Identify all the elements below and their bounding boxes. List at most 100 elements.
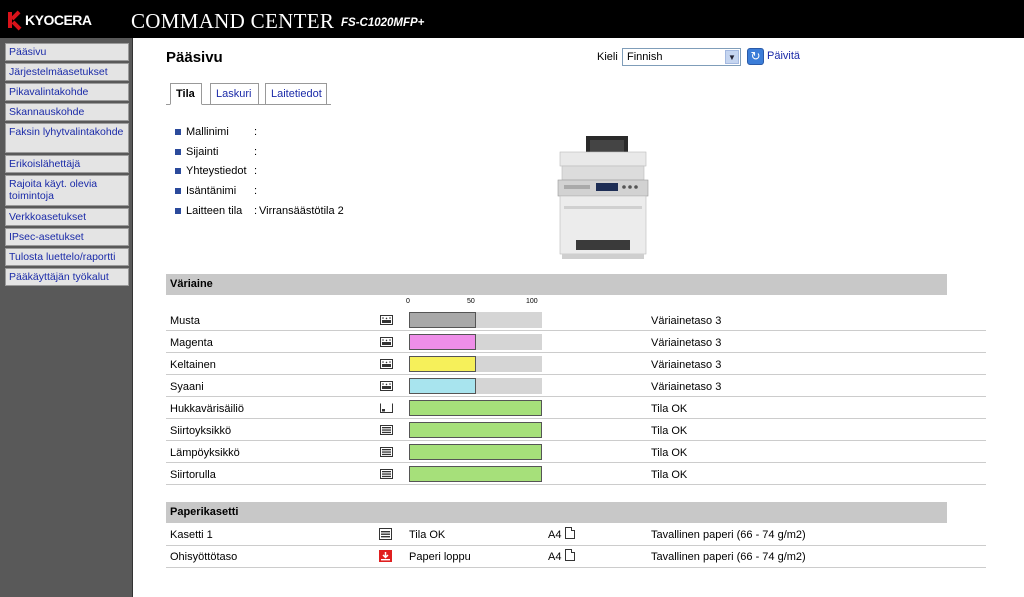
unit-icon <box>380 447 393 457</box>
info-row-sijainti: Sijainti : <box>175 146 435 160</box>
sidebar: Pääsivu Järjestelmäasetukset Pikavalinta… <box>0 38 133 597</box>
consumable-name: Hukkavärisäiliö <box>170 403 244 415</box>
refresh-icon[interactable]: ↻ <box>747 48 764 65</box>
brand-logo: KYOCERA <box>8 10 92 31</box>
sidebar-item-jarjestelmaasetukset[interactable]: Järjestelmäasetukset <box>5 63 129 81</box>
main-content: Pääsivu Kieli Finnish ▼ ↻ Päivitä Tila L… <box>134 38 1024 597</box>
chevron-down-icon[interactable]: ▼ <box>725 50 739 64</box>
tray-ok-icon <box>379 528 392 540</box>
info-separator: : <box>254 185 258 197</box>
tray-state: Paperi loppu <box>409 551 471 563</box>
sidebar-item-faksin-lyhytvalintakohde[interactable]: Faksin lyhytvalintakohde <box>5 123 129 153</box>
info-separator: : <box>254 126 258 138</box>
table-row: Keltainen Väriainetaso 3 <box>166 353 986 375</box>
info-label: Sijainti <box>186 146 219 158</box>
tab-laitetiedot[interactable]: Laitetiedot <box>265 83 327 105</box>
sidebar-item-rajoita-toimintoja[interactable]: Rajoita käyt. olevia toimintoja <box>5 175 129 206</box>
kyocera-logo-icon <box>8 10 22 31</box>
consumable-name: Siirtorulla <box>170 469 216 481</box>
sidebar-item-paasivu[interactable]: Pääsivu <box>5 43 129 61</box>
sidebar-item-skannauskohde[interactable]: Skannauskohde <box>5 103 129 121</box>
header-bar: KYOCERA COMMAND CENTER FS-C1020MFP+ <box>0 0 1024 38</box>
info-label: Mallinimi <box>186 126 229 138</box>
square-bullet-icon <box>175 188 181 194</box>
sidebar-item-erikoislahettaja[interactable]: Erikoislähettäjä <box>5 155 129 173</box>
toner-icon <box>380 359 393 369</box>
table-row: Magenta Väriainetaso 3 <box>166 331 986 353</box>
sidebar-item-ipsec-asetukset[interactable]: IPsec-asetukset <box>5 228 129 246</box>
tab-tila[interactable]: Tila <box>170 83 202 105</box>
page-portrait-icon <box>565 549 575 561</box>
info-separator: : <box>254 165 258 177</box>
sidebar-item-tulosta-luettelo[interactable]: Tulosta luettelo/raportti <box>5 248 129 266</box>
table-row: Musta Väriainetaso 3 <box>166 309 986 331</box>
consumable-name: Lämpöyksikkö <box>170 447 240 459</box>
square-bullet-icon <box>175 129 181 135</box>
consumable-status: Väriainetaso 3 <box>651 337 722 349</box>
waste-box-icon <box>380 403 393 413</box>
model-name: FS-C1020MFP+ <box>341 17 425 29</box>
level-bar-fill <box>409 334 476 350</box>
level-bar <box>409 378 542 394</box>
tray-size: A4 <box>548 551 562 563</box>
level-bar <box>409 444 542 460</box>
toner-section-header: Väriaine <box>166 274 947 295</box>
consumable-status: Tila OK <box>651 447 688 459</box>
level-bar-fill <box>409 356 476 372</box>
consumable-name: Siirtoyksikkö <box>170 425 232 437</box>
info-separator: : <box>254 146 258 158</box>
table-row-tray-bypass: Ohisyöttötaso Paperi loppu A4 Tavallinen… <box>166 546 986 568</box>
toner-icon <box>380 381 393 391</box>
tray-size: A4 <box>548 529 562 541</box>
tray-empty-icon <box>379 550 392 562</box>
sidebar-item-verkkoasetukset[interactable]: Verkkoasetukset <box>5 208 129 226</box>
tab-laskuri[interactable]: Laskuri <box>210 83 259 105</box>
level-bar-fill <box>409 312 476 328</box>
level-bar-fill <box>409 378 476 394</box>
tray-name: Ohisyöttötaso <box>170 551 238 563</box>
consumable-name: Musta <box>170 315 200 327</box>
consumable-name: Magenta <box>170 337 213 349</box>
scale-label-0: 0 <box>406 298 410 305</box>
unit-icon <box>380 469 393 479</box>
info-separator: : <box>254 205 258 217</box>
toner-icon <box>380 337 393 347</box>
toner-icon <box>380 315 393 325</box>
consumable-name: Keltainen <box>170 359 216 371</box>
info-row-mallinimi: Mallinimi : <box>175 126 435 140</box>
square-bullet-icon <box>175 208 181 214</box>
table-row: Hukkavärisäiliö Tila OK <box>166 397 986 419</box>
square-bullet-icon <box>175 149 181 155</box>
level-bar-fill <box>409 466 542 482</box>
consumable-status: Väriainetaso 3 <box>651 315 722 327</box>
level-bar <box>409 356 542 372</box>
language-select[interactable]: Finnish ▼ <box>622 48 741 66</box>
printer-image <box>557 136 649 259</box>
consumable-status: Tila OK <box>651 403 688 415</box>
sidebar-item-pikavalintakohde[interactable]: Pikavalintakohde <box>5 83 129 101</box>
page-title: Pääsivu <box>166 49 223 66</box>
level-bar <box>409 334 542 350</box>
info-row-yhteystiedot: Yhteystiedot : <box>175 165 435 179</box>
tray-paper-type: Tavallinen paperi (66 - 74 g/m2) <box>651 529 806 541</box>
consumable-name: Syaani <box>170 381 204 393</box>
level-bar-fill <box>409 422 542 438</box>
info-row-isantanimi: Isäntänimi : <box>175 185 435 199</box>
info-label: Yhteystiedot <box>186 165 247 177</box>
sidebar-item-paakayttajan-tyokalut[interactable]: Pääkäyttäjän työkalut <box>5 268 129 286</box>
table-row: Siirtoyksikkö Tila OK <box>166 419 986 441</box>
table-row-tray-1: Kasetti 1 Tila OK A4 Tavallinen paperi (… <box>166 524 986 546</box>
info-label: Isäntänimi <box>186 185 237 197</box>
level-bar <box>409 466 542 482</box>
level-bar <box>409 422 542 438</box>
tray-section-header: Paperikasetti <box>166 502 947 523</box>
square-bullet-icon <box>175 168 181 174</box>
level-bar <box>409 400 542 416</box>
consumable-status: Väriainetaso 3 <box>651 381 722 393</box>
app-title: COMMAND CENTER <box>131 9 335 33</box>
consumable-status: Tila OK <box>651 425 688 437</box>
consumable-status: Väriainetaso 3 <box>651 359 722 371</box>
tray-paper-type: Tavallinen paperi (66 - 74 g/m2) <box>651 551 806 563</box>
refresh-link[interactable]: Päivitä <box>767 50 800 62</box>
table-row: Syaani Väriainetaso 3 <box>166 375 986 397</box>
